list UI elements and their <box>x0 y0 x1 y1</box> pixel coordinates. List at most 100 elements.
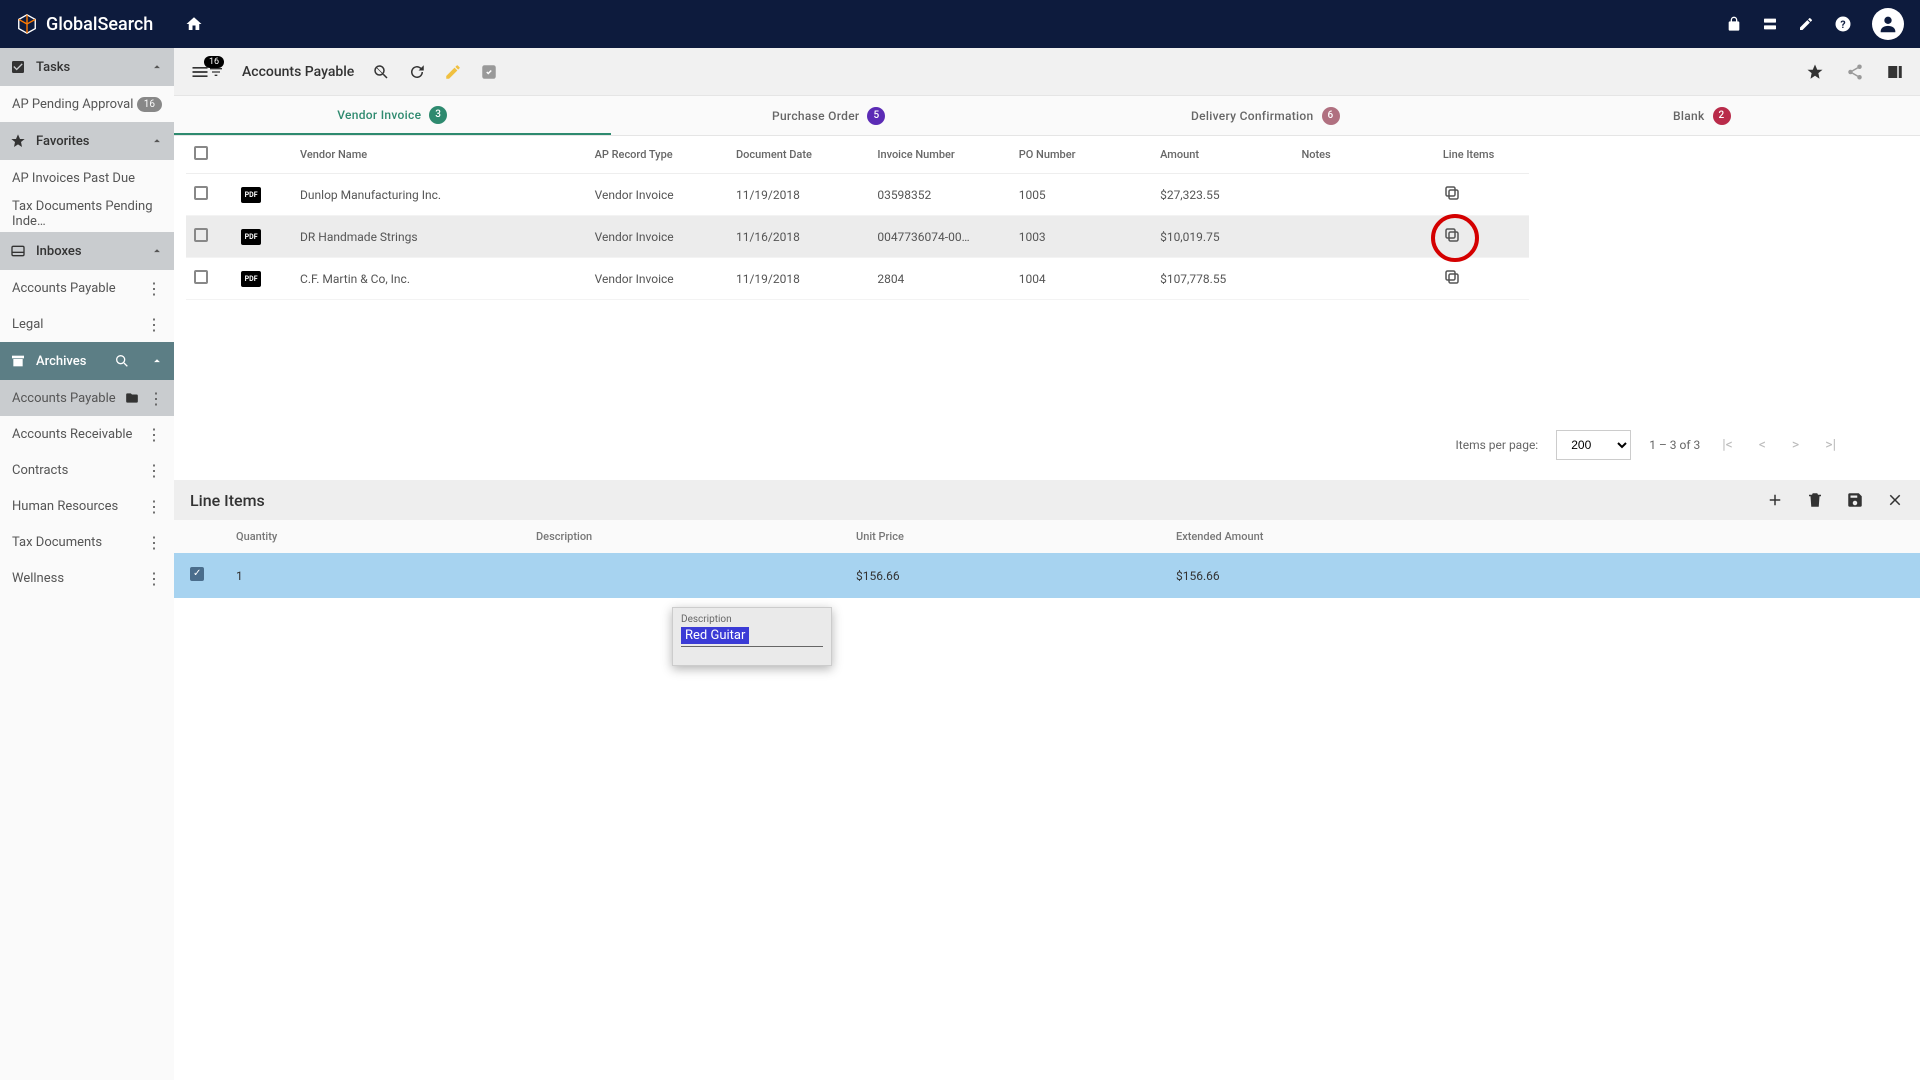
next-page-button[interactable]: > <box>1788 437 1803 453</box>
sidebar: Tasks AP Pending Approval 16 Favorites A… <box>0 48 174 1080</box>
sidebar-archive-tax[interactable]: Tax Documents ⋮ <box>0 524 174 560</box>
tab-count: 3 <box>429 106 447 124</box>
sidebar-item-label: AP Pending Approval <box>12 97 133 112</box>
lineitem-desc[interactable] <box>520 553 840 598</box>
sidebar-item-label: Human Resources <box>12 499 118 514</box>
tab-purchase-order[interactable]: Purchase Order 5 <box>611 96 1048 135</box>
lineitem-ext[interactable]: $156.66 <box>1160 553 1920 598</box>
table-row[interactable]: PDF Dunlop Manufacturing Inc. Vendor Inv… <box>186 174 1529 216</box>
more-icon[interactable]: ⋮ <box>146 425 162 444</box>
more-icon[interactable]: ⋮ <box>146 315 162 334</box>
prev-page-button[interactable]: < <box>1755 437 1770 453</box>
more-icon[interactable]: ⋮ <box>146 569 162 588</box>
panel-icon[interactable] <box>1886 63 1904 81</box>
lineitem-checkbox[interactable] <box>190 567 204 581</box>
share-icon[interactable] <box>1846 63 1864 81</box>
sidebar-archive-ap[interactable]: Accounts Payable ⋮ <box>0 380 174 416</box>
sidebar-tasks-header[interactable]: Tasks <box>0 48 174 86</box>
last-page-button[interactable]: >| <box>1821 437 1840 453</box>
row-checkbox[interactable] <box>194 228 208 242</box>
sidebar-fav-ap-invoices[interactable]: AP Invoices Past Due <box>0 160 174 196</box>
col-notes[interactable]: Notes <box>1293 136 1434 174</box>
lineitem-row[interactable]: 1 $156.66 $156.66 <box>174 553 1920 598</box>
sidebar-fav-tax-docs[interactable]: Tax Documents Pending Inde… <box>0 196 174 232</box>
col-invoice[interactable]: Invoice Number <box>869 136 1010 174</box>
pdf-icon[interactable]: PDF <box>241 271 261 287</box>
refresh-icon[interactable] <box>408 63 426 81</box>
edit-icon[interactable] <box>444 63 462 81</box>
more-icon[interactable]: ⋮ <box>146 461 162 480</box>
col-po[interactable]: PO Number <box>1011 136 1152 174</box>
pdf-icon[interactable]: PDF <box>241 229 261 245</box>
search-icon[interactable] <box>114 353 130 369</box>
star-icon[interactable] <box>1806 63 1824 81</box>
popup-value[interactable]: Red Guitar <box>681 627 749 644</box>
page-range: 1 – 3 of 3 <box>1649 438 1700 452</box>
save-button[interactable] <box>1846 491 1864 509</box>
sidebar-task-ap-pending[interactable]: AP Pending Approval 16 <box>0 86 174 122</box>
chevron-up-icon <box>150 134 164 148</box>
lock-icon[interactable] <box>1726 16 1742 32</box>
more-icon[interactable]: ⋮ <box>146 497 162 516</box>
licol-price[interactable]: Unit Price <box>840 520 1160 553</box>
cell-type: Vendor Invoice <box>587 258 728 300</box>
delete-button[interactable] <box>1806 491 1824 509</box>
server-icon[interactable] <box>1762 16 1778 32</box>
col-type[interactable]: AP Record Type <box>587 136 728 174</box>
menu-button[interactable]: 16 <box>190 62 224 82</box>
menu-badge: 16 <box>204 56 224 68</box>
lineitem-qty[interactable]: 1 <box>220 553 520 598</box>
more-icon[interactable]: ⋮ <box>146 279 162 298</box>
row-checkbox[interactable] <box>194 186 208 200</box>
licol-qty[interactable]: Quantity <box>220 520 520 553</box>
lineitems-button[interactable] <box>1443 184 1461 202</box>
first-page-button[interactable]: |< <box>1718 437 1737 453</box>
col-date[interactable]: Document Date <box>728 136 869 174</box>
table-row[interactable]: PDF C.F. Martin & Co, Inc. Vendor Invoic… <box>186 258 1529 300</box>
col-lineitems[interactable]: Line Items <box>1435 136 1529 174</box>
help-icon[interactable]: ? <box>1834 15 1852 33</box>
sidebar-archive-contracts[interactable]: Contracts ⋮ <box>0 452 174 488</box>
home-icon[interactable] <box>185 15 203 33</box>
tab-blank[interactable]: Blank 2 <box>1484 96 1920 135</box>
sidebar-favorites-header[interactable]: Favorites <box>0 122 174 160</box>
table-row[interactable]: PDF DR Handmade Strings Vendor Invoice 1… <box>186 216 1529 258</box>
lineitems-button[interactable] <box>1443 226 1461 244</box>
more-icon[interactable]: ⋮ <box>148 389 164 408</box>
items-per-page-select[interactable]: 200 <box>1556 430 1631 460</box>
col-vendor[interactable]: Vendor Name <box>292 136 587 174</box>
search-icon[interactable] <box>372 63 390 81</box>
close-button[interactable] <box>1886 491 1904 509</box>
cell-date: 11/19/2018 <box>728 258 869 300</box>
sidebar-archives-label: Archives <box>36 354 86 369</box>
chevron-up-icon <box>150 244 164 258</box>
edit-note-icon[interactable] <box>1798 16 1814 32</box>
user-avatar[interactable] <box>1872 8 1904 40</box>
lineitem-price[interactable]: $156.66 <box>840 553 1160 598</box>
tab-count: 6 <box>1322 107 1340 125</box>
cell-amount: $27,323.55 <box>1152 174 1293 216</box>
add-button[interactable] <box>1766 491 1784 509</box>
sidebar-inboxes-header[interactable]: Inboxes <box>0 232 174 270</box>
licol-desc[interactable]: Description <box>520 520 840 553</box>
licol-ext[interactable]: Extended Amount <box>1160 520 1920 553</box>
sidebar-archive-ar[interactable]: Accounts Receivable ⋮ <box>0 416 174 452</box>
checkbox-icon[interactable] <box>480 63 498 81</box>
more-icon[interactable]: ⋮ <box>146 533 162 552</box>
sidebar-archive-hr[interactable]: Human Resources ⋮ <box>0 488 174 524</box>
lineitems-button[interactable] <box>1443 268 1461 286</box>
row-checkbox[interactable] <box>194 270 208 284</box>
sidebar-archive-wellness[interactable]: Wellness ⋮ <box>0 560 174 596</box>
cell-invoice: 2804 <box>869 258 1010 300</box>
col-amount[interactable]: Amount <box>1152 136 1293 174</box>
select-all-checkbox[interactable] <box>194 146 208 160</box>
sidebar-archives-header[interactable]: Archives <box>0 342 174 380</box>
description-editor-popup[interactable]: Description Red Guitar <box>672 607 832 666</box>
items-per-page-label: Items per page: <box>1456 438 1539 452</box>
sidebar-item-label: Contracts <box>12 463 68 478</box>
sidebar-inbox-ap[interactable]: Accounts Payable ⋮ <box>0 270 174 306</box>
tab-delivery-confirmation[interactable]: Delivery Confirmation 6 <box>1047 96 1484 135</box>
pdf-icon[interactable]: PDF <box>241 187 261 203</box>
tab-vendor-invoice[interactable]: Vendor Invoice 3 <box>174 96 611 135</box>
sidebar-inbox-legal[interactable]: Legal ⋮ <box>0 306 174 342</box>
